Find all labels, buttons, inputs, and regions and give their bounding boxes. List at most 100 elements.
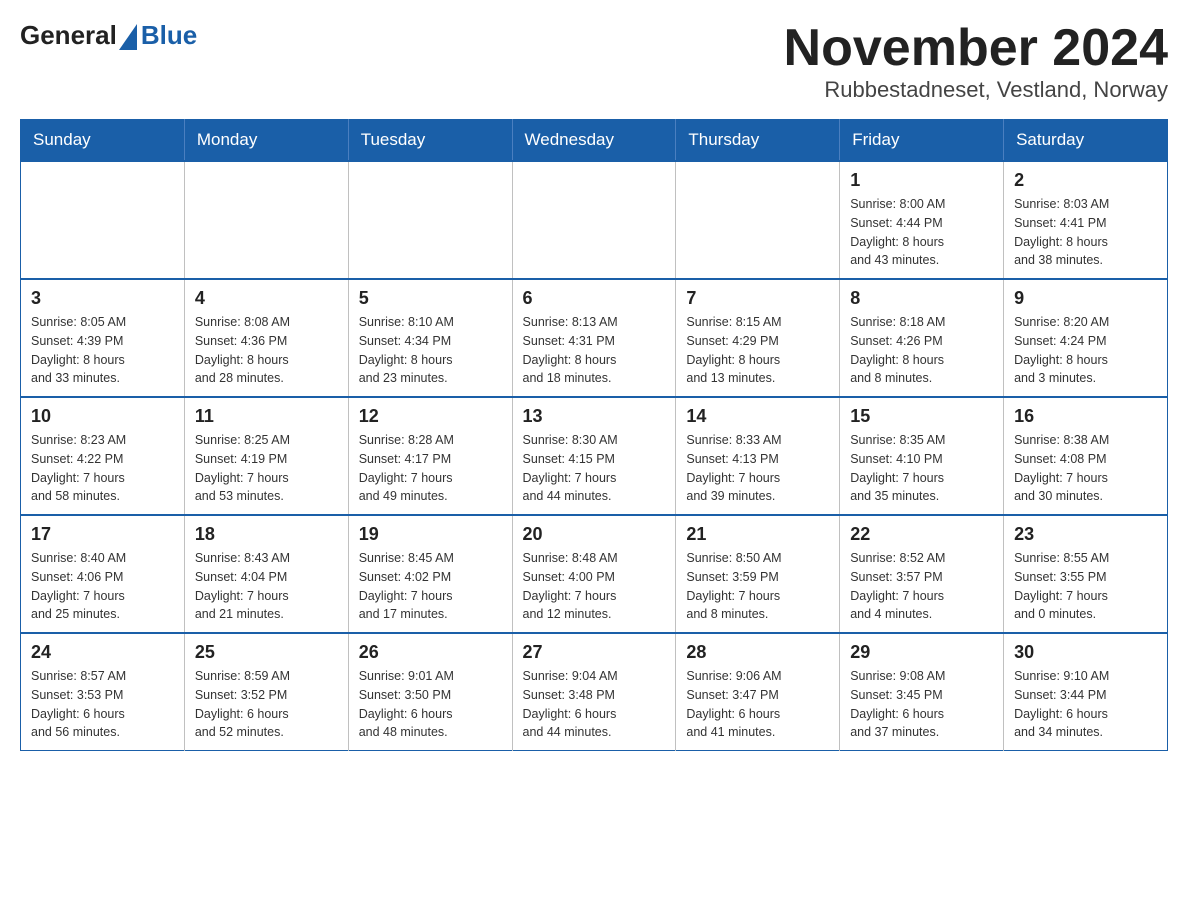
logo[interactable]: General Blue: [20, 20, 197, 51]
calendar-cell: [512, 161, 676, 279]
day-info: Sunrise: 8:23 AMSunset: 4:22 PMDaylight:…: [31, 431, 174, 506]
day-number: 2: [1014, 170, 1157, 191]
day-info: Sunrise: 9:06 AMSunset: 3:47 PMDaylight:…: [686, 667, 829, 742]
calendar-cell: 24 Sunrise: 8:57 AMSunset: 3:53 PMDayligh…: [21, 633, 185, 751]
day-info: Sunrise: 8:45 AMSunset: 4:02 PMDaylight:…: [359, 549, 502, 624]
calendar-cell: 20 Sunrise: 8:48 AMSunset: 4:00 PMDayligh…: [512, 515, 676, 633]
calendar-cell: [21, 161, 185, 279]
day-info: Sunrise: 8:38 AMSunset: 4:08 PMDaylight:…: [1014, 431, 1157, 506]
day-number: 22: [850, 524, 993, 545]
day-number: 30: [1014, 642, 1157, 663]
day-number: 13: [523, 406, 666, 427]
day-info: Sunrise: 8:25 AMSunset: 4:19 PMDaylight:…: [195, 431, 338, 506]
calendar-cell: 14 Sunrise: 8:33 AMSunset: 4:13 PMDayligh…: [676, 397, 840, 515]
calendar-header-row: SundayMondayTuesdayWednesdayThursdayFrid…: [21, 120, 1168, 162]
weekday-header-thursday: Thursday: [676, 120, 840, 162]
calendar-cell: 15 Sunrise: 8:35 AMSunset: 4:10 PMDayligh…: [840, 397, 1004, 515]
calendar-cell: 8Sunrise: 8:18 AMSunset: 4:26 PMDaylight…: [840, 279, 1004, 397]
calendar-cell: 13 Sunrise: 8:30 AMSunset: 4:15 PMDayligh…: [512, 397, 676, 515]
day-number: 3: [31, 288, 174, 309]
day-number: 12: [359, 406, 502, 427]
weekday-header-saturday: Saturday: [1004, 120, 1168, 162]
calendar-week-row: 24 Sunrise: 8:57 AMSunset: 3:53 PMDayligh…: [21, 633, 1168, 751]
calendar-cell: 18Sunrise: 8:43 AMSunset: 4:04 PMDayligh…: [184, 515, 348, 633]
day-number: 4: [195, 288, 338, 309]
day-info: Sunrise: 8:05 AMSunset: 4:39 PMDaylight:…: [31, 313, 174, 388]
day-info: Sunrise: 8:33 AMSunset: 4:13 PMDaylight:…: [686, 431, 829, 506]
day-number: 1: [850, 170, 993, 191]
day-number: 10: [31, 406, 174, 427]
day-info: Sunrise: 9:01 AMSunset: 3:50 PMDaylight:…: [359, 667, 502, 742]
calendar-cell: 25Sunrise: 8:59 AMSunset: 3:52 PMDayligh…: [184, 633, 348, 751]
day-info: Sunrise: 8:20 AMSunset: 4:24 PMDaylight:…: [1014, 313, 1157, 388]
day-info: Sunrise: 8:18 AMSunset: 4:26 PMDaylight:…: [850, 313, 993, 388]
calendar-cell: 21 Sunrise: 8:50 AMSunset: 3:59 PMDayligh…: [676, 515, 840, 633]
calendar-subtitle: Rubbestadneset, Vestland, Norway: [784, 77, 1168, 103]
day-number: 20: [523, 524, 666, 545]
day-info: Sunrise: 8:35 AMSunset: 4:10 PMDaylight:…: [850, 431, 993, 506]
day-info: Sunrise: 8:50 AMSunset: 3:59 PMDaylight:…: [686, 549, 829, 624]
day-info: Sunrise: 8:59 AMSunset: 3:52 PMDaylight:…: [195, 667, 338, 742]
calendar-cell: 4 Sunrise: 8:08 AMSunset: 4:36 PMDaylight…: [184, 279, 348, 397]
day-number: 24: [31, 642, 174, 663]
day-number: 21: [686, 524, 829, 545]
day-number: 15: [850, 406, 993, 427]
day-number: 16: [1014, 406, 1157, 427]
day-info: Sunrise: 8:48 AMSunset: 4:00 PMDaylight:…: [523, 549, 666, 624]
day-info: Sunrise: 8:57 AMSunset: 3:53 PMDaylight:…: [31, 667, 174, 742]
logo-blue-text: Blue: [141, 20, 197, 51]
day-number: 6: [523, 288, 666, 309]
calendar-cell: 11 Sunrise: 8:25 AMSunset: 4:19 PMDayligh…: [184, 397, 348, 515]
day-number: 29: [850, 642, 993, 663]
calendar-cell: 1 Sunrise: 8:00 AMSunset: 4:44 PMDaylight…: [840, 161, 1004, 279]
day-info: Sunrise: 8:00 AMSunset: 4:44 PMDaylight:…: [850, 195, 993, 270]
day-info: Sunrise: 9:10 AMSunset: 3:44 PMDaylight:…: [1014, 667, 1157, 742]
calendar-cell: 23 Sunrise: 8:55 AMSunset: 3:55 PMDayligh…: [1004, 515, 1168, 633]
calendar-cell: 9 Sunrise: 8:20 AMSunset: 4:24 PMDaylight…: [1004, 279, 1168, 397]
day-info: Sunrise: 8:43 AMSunset: 4:04 PMDaylight:…: [195, 549, 338, 624]
calendar-cell: [676, 161, 840, 279]
day-info: Sunrise: 8:10 AMSunset: 4:34 PMDaylight:…: [359, 313, 502, 388]
calendar-cell: 2 Sunrise: 8:03 AMSunset: 4:41 PMDaylight…: [1004, 161, 1168, 279]
day-number: 5: [359, 288, 502, 309]
calendar-cell: 5 Sunrise: 8:10 AMSunset: 4:34 PMDaylight…: [348, 279, 512, 397]
day-info: Sunrise: 8:52 AMSunset: 3:57 PMDaylight:…: [850, 549, 993, 624]
day-number: 28: [686, 642, 829, 663]
calendar-cell: 26 Sunrise: 9:01 AMSunset: 3:50 PMDayligh…: [348, 633, 512, 751]
calendar-table: SundayMondayTuesdayWednesdayThursdayFrid…: [20, 119, 1168, 751]
weekday-header-sunday: Sunday: [21, 120, 185, 162]
day-number: 27: [523, 642, 666, 663]
day-info: Sunrise: 8:40 AMSunset: 4:06 PMDaylight:…: [31, 549, 174, 624]
calendar-cell: 10 Sunrise: 8:23 AMSunset: 4:22 PMDayligh…: [21, 397, 185, 515]
weekday-header-wednesday: Wednesday: [512, 120, 676, 162]
calendar-week-row: 17 Sunrise: 8:40 AMSunset: 4:06 PMDayligh…: [21, 515, 1168, 633]
calendar-cell: 17 Sunrise: 8:40 AMSunset: 4:06 PMDayligh…: [21, 515, 185, 633]
calendar-cell: 27 Sunrise: 9:04 AMSunset: 3:48 PMDayligh…: [512, 633, 676, 751]
weekday-header-monday: Monday: [184, 120, 348, 162]
day-info: Sunrise: 8:15 AMSunset: 4:29 PMDaylight:…: [686, 313, 829, 388]
day-info: Sunrise: 8:03 AMSunset: 4:41 PMDaylight:…: [1014, 195, 1157, 270]
day-info: Sunrise: 8:08 AMSunset: 4:36 PMDaylight:…: [195, 313, 338, 388]
calendar-cell: 28 Sunrise: 9:06 AMSunset: 3:47 PMDayligh…: [676, 633, 840, 751]
page-header: General Blue November 2024 Rubbestadnese…: [20, 20, 1168, 103]
logo-triangle-icon: [119, 24, 137, 50]
logo-general-text: General: [20, 20, 117, 51]
day-number: 19: [359, 524, 502, 545]
day-info: Sunrise: 9:04 AMSunset: 3:48 PMDaylight:…: [523, 667, 666, 742]
day-info: Sunrise: 8:28 AMSunset: 4:17 PMDaylight:…: [359, 431, 502, 506]
calendar-cell: 29Sunrise: 9:08 AMSunset: 3:45 PMDayligh…: [840, 633, 1004, 751]
title-block: November 2024 Rubbestadneset, Vestland, …: [784, 20, 1168, 103]
calendar-week-row: 3 Sunrise: 8:05 AMSunset: 4:39 PMDaylight…: [21, 279, 1168, 397]
calendar-cell: 30 Sunrise: 9:10 AMSunset: 3:44 PMDayligh…: [1004, 633, 1168, 751]
calendar-title: November 2024: [784, 20, 1168, 77]
day-number: 9: [1014, 288, 1157, 309]
day-number: 7: [686, 288, 829, 309]
day-info: Sunrise: 8:30 AMSunset: 4:15 PMDaylight:…: [523, 431, 666, 506]
day-number: 17: [31, 524, 174, 545]
day-info: Sunrise: 8:55 AMSunset: 3:55 PMDaylight:…: [1014, 549, 1157, 624]
day-number: 26: [359, 642, 502, 663]
day-number: 14: [686, 406, 829, 427]
calendar-cell: [348, 161, 512, 279]
day-number: 23: [1014, 524, 1157, 545]
day-number: 11: [195, 406, 338, 427]
